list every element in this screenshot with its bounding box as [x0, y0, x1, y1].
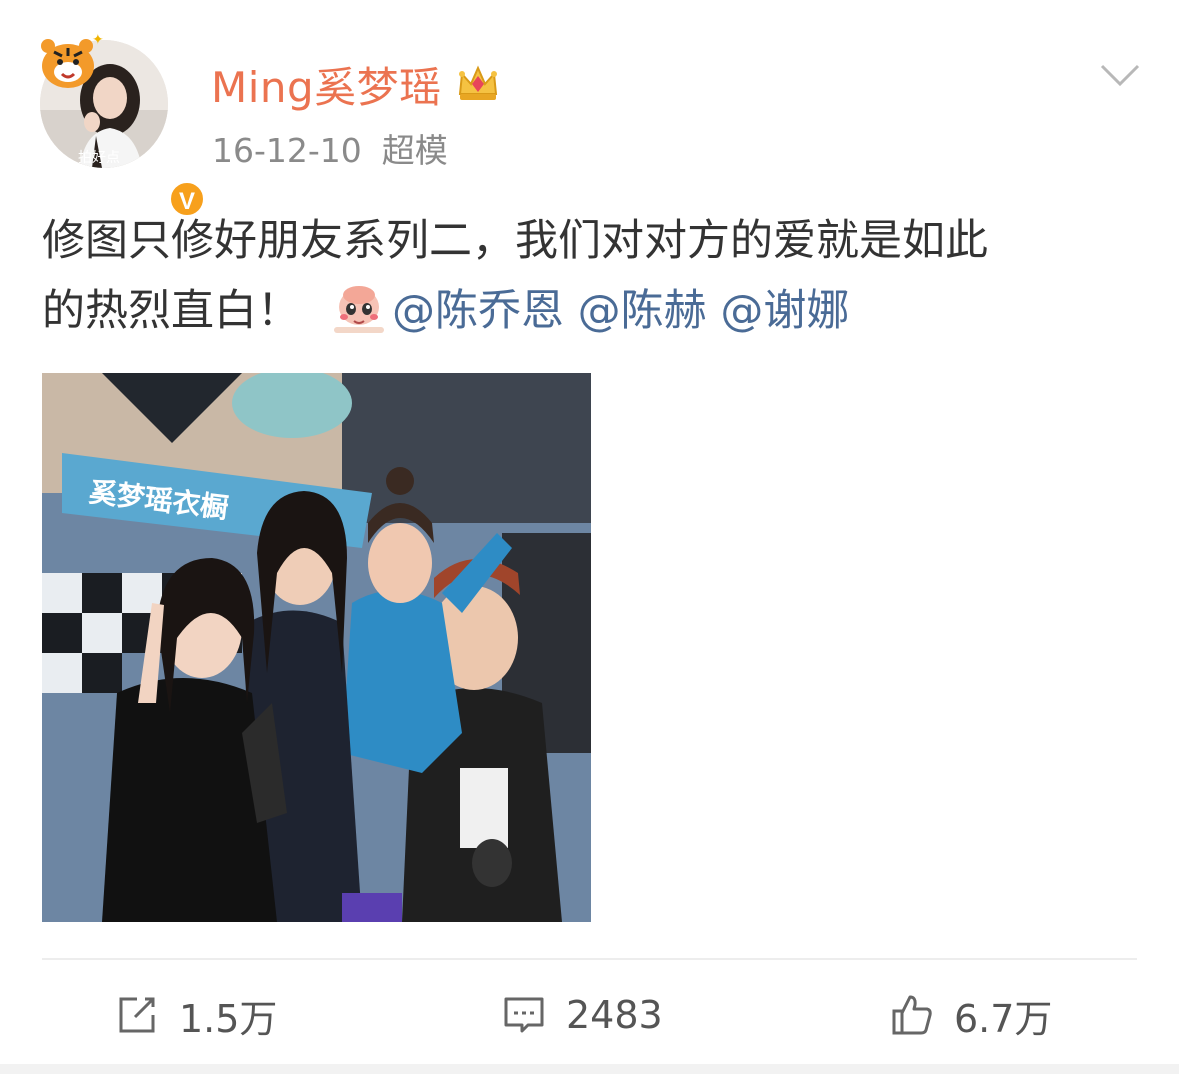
comment-count: 2483	[566, 993, 663, 1037]
mention-link[interactable]: @陈赫	[578, 286, 707, 336]
comment-button[interactable]: 2483	[502, 985, 663, 1045]
post-date: 16-12-10	[212, 131, 362, 170]
post-source: 超模	[381, 131, 448, 170]
post-text-line-2-content: 的热烈直白！	[42, 286, 300, 336]
divider	[42, 958, 1137, 960]
post-meta: 16-12-10 超模	[212, 124, 448, 172]
author-name[interactable]: Ming奚梦瑶	[211, 54, 442, 115]
post-text-line-2: 的热烈直白！ @陈乔恩 @陈赫 @谢娜	[42, 276, 1142, 346]
tiger-sticker-icon: ✦	[34, 30, 106, 94]
post-text-line-1: 修图只修好朋友系列二，我们对对方的爱就是如此	[42, 216, 988, 266]
avatar[interactable]: 拍好点 ✦ V	[40, 32, 206, 218]
mention-link[interactable]: @陈乔恩	[392, 286, 564, 336]
card-separator	[0, 1064, 1179, 1074]
action-bar: 1.5万 2483 6.7万	[0, 985, 1179, 1045]
post-text: 修图只修好朋友系列二，我们对对方的爱就是如此 的热烈直白！ @陈乔恩 @陈赫 @…	[42, 206, 1142, 346]
share-icon	[115, 993, 159, 1037]
shy-face-emoji-icon	[330, 283, 388, 335]
like-button[interactable]: 6.7万	[890, 985, 1052, 1045]
comment-icon	[502, 993, 546, 1037]
repost-count: 1.5万	[179, 996, 278, 1041]
repost-button[interactable]: 1.5万	[115, 985, 277, 1045]
group-photo[interactable]: 奚梦瑶衣橱	[42, 373, 591, 922]
svg-text:✦: ✦	[92, 32, 104, 48]
like-count: 6.7万	[954, 996, 1053, 1041]
weibo-post-card: 拍好点 ✦ V Ming奚梦瑶 16-12-10 超模 修图只修好朋友系列二，我…	[0, 0, 1179, 1074]
crown-icon[interactable]	[456, 64, 500, 104]
chevron-down-icon[interactable]	[1098, 60, 1142, 90]
mention-link[interactable]: @谢娜	[720, 286, 849, 336]
author-row: Ming奚梦瑶	[211, 56, 500, 112]
thumbs-up-icon	[890, 993, 934, 1037]
svg-text:拍好点: 拍好点	[78, 150, 120, 166]
